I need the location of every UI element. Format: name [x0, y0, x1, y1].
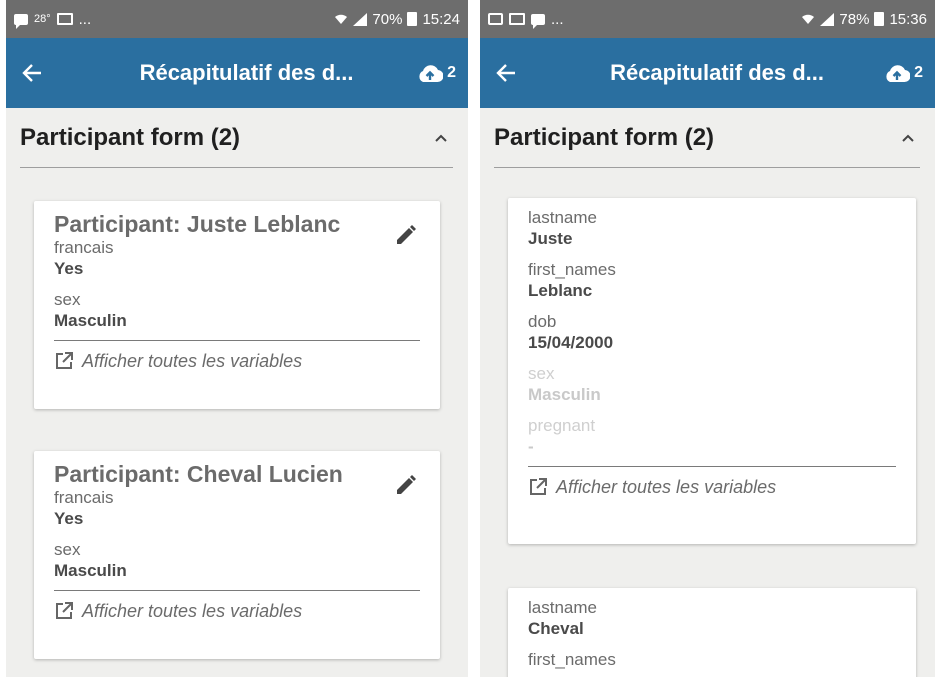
cloud-upload-icon	[886, 65, 911, 83]
image-notification-icon	[509, 13, 525, 25]
phone-screen-left: 28° ... 70% 15:24 Récapitulatif des d...…	[6, 0, 468, 677]
page-title: Récapitulatif des d...	[139, 60, 354, 85]
battery-percent: 70%	[372, 10, 403, 28]
field-value: -	[528, 437, 534, 456]
field-label: pregnant	[528, 416, 596, 435]
pencil-icon	[397, 225, 416, 244]
upload-button[interactable]: 2	[417, 63, 456, 83]
back-button[interactable]	[492, 59, 520, 87]
battery-icon	[874, 12, 885, 26]
edit-button[interactable]	[394, 473, 418, 497]
collapse-button[interactable]	[429, 126, 453, 150]
back-button[interactable]	[18, 59, 46, 87]
arrow-left-icon	[22, 64, 41, 82]
field-label: dob	[528, 312, 557, 331]
more-notifications-text: ...	[78, 10, 92, 28]
upload-count: 2	[447, 64, 456, 81]
field-label: francais	[54, 488, 114, 507]
field-label: francais	[54, 238, 114, 257]
open-external-icon	[530, 478, 547, 495]
card-title: Participant: Cheval Lucien	[54, 461, 343, 487]
field-value: Yes	[54, 509, 84, 528]
page-title: Récapitulatif des d...	[610, 60, 825, 85]
chevron-up-icon	[902, 134, 914, 142]
section-header[interactable]: Participant form (2)	[494, 108, 920, 168]
section-title: Participant form (2)	[20, 123, 241, 151]
show-all-label: Afficher toutes les variables	[82, 600, 303, 621]
upload-count: 2	[914, 64, 923, 81]
participant-card: Participant: Cheval Lucien francais Yes …	[34, 451, 440, 659]
show-all-variables-link[interactable]: Afficher toutes les variables	[528, 467, 896, 507]
field-value: 15/04/2000	[528, 333, 614, 352]
clock: 15:36	[889, 10, 927, 28]
image-notification-icon	[56, 13, 73, 25]
open-external-icon	[56, 602, 73, 619]
status-bar: ... 78% 15:36	[480, 0, 935, 38]
show-all-variables-link[interactable]: Afficher toutes les variables	[54, 341, 420, 381]
collapse-button[interactable]	[896, 126, 920, 150]
battery-percent: 78%	[839, 10, 870, 28]
chevron-up-icon	[435, 134, 447, 142]
section-title: Participant form (2)	[494, 123, 715, 151]
section-header[interactable]: Participant form (2)	[20, 108, 453, 168]
field-label: lastname	[528, 208, 597, 227]
show-all-label: Afficher toutes les variables	[556, 476, 777, 497]
field-label: sex	[54, 290, 81, 309]
field-value: Leblanc	[528, 281, 593, 300]
status-bar: 28° ... 70% 15:24	[6, 0, 468, 38]
chat-notification-icon	[14, 13, 28, 29]
open-external-icon	[56, 352, 73, 369]
signal-icon	[353, 12, 368, 26]
more-notifications-text: ...	[551, 10, 564, 28]
chat-notification-icon	[531, 13, 545, 29]
participant-detail-card: lastname Juste first_names Leblanc dob 1…	[508, 198, 916, 544]
field-label: lastname	[528, 598, 597, 617]
upload-button[interactable]: 2	[884, 63, 923, 83]
signal-icon	[820, 12, 835, 26]
phone-screen-right: ... 78% 15:36 Récapitulatif des d... 2 P…	[480, 0, 935, 677]
app-bar: Récapitulatif des d... 2	[480, 38, 935, 108]
field-value: Yes	[54, 259, 84, 278]
field-label: first_names	[528, 260, 616, 279]
participant-detail-card: lastname Cheval first_names	[508, 588, 916, 677]
pencil-icon	[397, 475, 416, 494]
battery-icon	[407, 12, 418, 26]
wifi-icon	[802, 14, 815, 24]
wifi-icon	[335, 14, 348, 24]
participant-card: Participant: Juste Leblanc francais Yes …	[34, 201, 440, 409]
field-value: Masculin	[528, 385, 601, 404]
card-title: Participant: Juste Leblanc	[54, 211, 341, 237]
clock: 15:24	[422, 10, 460, 28]
show-all-label: Afficher toutes les variables	[82, 350, 303, 371]
edit-button[interactable]	[394, 223, 418, 247]
calendar-notification-icon	[488, 13, 503, 25]
show-all-variables-link[interactable]: Afficher toutes les variables	[54, 591, 420, 631]
field-label: first_names	[528, 650, 616, 669]
field-label: sex	[54, 540, 81, 559]
field-value: Juste	[528, 229, 573, 248]
field-label: sex	[528, 364, 555, 383]
field-value: Cheval	[528, 619, 584, 638]
app-bar: Récapitulatif des d... 2	[6, 38, 468, 108]
cloud-upload-icon	[419, 65, 444, 83]
arrow-left-icon	[496, 64, 515, 82]
temperature-text: 28°	[34, 13, 51, 25]
field-value: Masculin	[54, 311, 127, 330]
field-value: Masculin	[54, 561, 127, 580]
